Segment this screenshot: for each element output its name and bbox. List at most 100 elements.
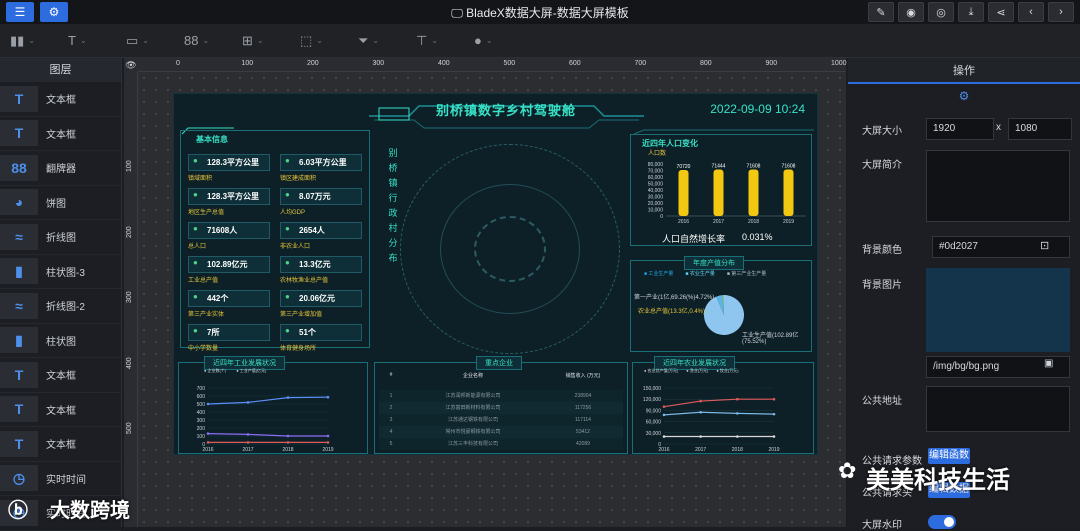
industry-series-legend-item: ● 企业数(个) [204,368,227,373]
image-icon[interactable]: ▭ ⌄ [126,33,174,49]
select-icon[interactable]: ⬚ ⌄ [300,33,348,49]
gear-icon[interactable]: ⚙ [848,84,1080,108]
stat-card: 442个第三产业实体 [188,290,270,318]
stat-card: 128.3平方公里镇域面积 [188,154,270,182]
big-screen-canvas[interactable]: 别桥镇数字乡村驾驶舱 2022-09-09 10:24 基本信息 128.3平方… [173,93,818,455]
village-distribution-title: 别桥镇行政村分布 [387,146,399,266]
layer-item[interactable]: T 文本框 [0,427,121,462]
public-url-label: 公共地址 [862,396,902,407]
pop-y-tick: 60,000 [648,175,664,181]
agri-series-legend-item: ● 渔业(万元) [686,368,709,373]
layer-item[interactable]: ▮ 柱状图-3 [0,255,121,289]
info-icon[interactable]: ● ⌄ [474,33,522,48]
bg-color-input[interactable]: #0d2027 [932,236,1070,258]
eye-icon[interactable]: ◎ [928,2,954,22]
line-point [246,433,250,436]
layer-item[interactable]: T 文本框 [0,82,121,117]
table-cell: 5 [389,441,393,447]
stat-card: 13.3亿元农林牧渔业总产值 [280,256,362,284]
intro-textarea[interactable] [926,150,1070,222]
pop-y-tick: 10,000 [648,208,664,214]
bar-chart-icon[interactable]: ▮▮ ⌄ [10,33,58,49]
bg-image-preview[interactable] [926,268,1070,352]
line-y-tick: 120,000 [643,397,661,403]
intro-label: 大屏简介 [862,160,902,171]
width-input[interactable]: 1920 [926,118,994,140]
layer-item[interactable]: ≈ 折线图 [0,220,121,255]
layer-item[interactable]: T 文本框 [0,358,121,393]
line-y-tick: 400 [197,410,206,416]
layer-label: 文本框 [46,440,76,452]
number-icon[interactable]: 88 ⌄ [184,33,232,48]
ruler-left-label: 200 [126,225,133,238]
layer-item[interactable]: 88 翻牌器 [0,151,121,186]
table-header-cell: # [389,372,393,378]
height-input[interactable]: 1080 [1008,118,1072,140]
pop-x-tick: 2016 [678,219,689,225]
line-x-tick: 2017 [242,447,253,452]
ruler-eye-icon[interactable]: 👁 [124,58,138,72]
vertical-title-char: 政 [388,208,398,218]
public-url-textarea[interactable] [926,386,1070,432]
sliders-icon[interactable]: ☰ [6,2,34,22]
ruler-top-label: 200 [307,60,319,67]
line-point [699,410,702,414]
stat-value: 6.03平方公里 [280,154,362,171]
pop-growth-value: 0.031% [742,232,773,242]
layer-item[interactable]: ≈ 折线图-2 [0,289,121,324]
table-cell: 江苏富田新材料有限公司 [445,405,501,411]
stat-card: 7所中小学数量 [188,324,270,352]
pop-y-tick: 0 [660,214,663,220]
layer-type-icon: T [0,85,38,112]
color-picker-icon[interactable]: ⊡ [1040,239,1049,252]
filter-icon[interactable]: ⏷ ⌄ [358,33,406,49]
line-y-tick: 100 [197,434,206,440]
gear-icon[interactable]: ⚙ [40,2,68,22]
chevron-left-icon[interactable]: ‹ [1018,2,1044,22]
download-icon[interactable]: ⤓ [958,2,984,22]
agri-dev-line-chart: 150,000120,00090,00060,00030,00002016 201… [643,386,780,452]
stat-value: 128.3平方公里 [188,154,270,171]
pop-bar-label: 71608 [747,163,761,169]
ruler-left-label: 500 [126,422,133,434]
line-series [663,398,774,408]
app-title-text: BladeX数据大屏-数据大屏模板 [466,6,629,20]
share-icon[interactable]: ⋖ [988,2,1014,22]
camera-icon[interactable]: ◉ [898,2,924,22]
pop-bar [783,169,794,216]
pop-x-tick: 2018 [748,219,759,225]
layer-label: 文本框 [46,95,76,107]
stat-value: 7所 [188,324,270,341]
text-icon[interactable]: T ⌄ [68,33,116,48]
layer-item[interactable]: ◷ 实时时间 [0,462,121,496]
industry-legend-item: ■ 工业生产量 [644,271,674,277]
layer-item[interactable]: T 文本框 [0,393,121,427]
line-x-tick: 2017 [695,447,706,452]
table-header-row: # 企业名称 销售收入 (万元) [379,372,623,386]
chevron-right-icon[interactable]: › [1048,2,1074,22]
line-point [662,413,666,417]
layer-item[interactable]: T 文本框 [0,117,121,151]
stat-label: 体育健身场所 [280,346,317,352]
agri-dev-legend: ● 农业总产值(万元) ● 渔业(万元) ● 牧业(万元) [644,368,739,374]
note-icon[interactable]: ✎ [868,2,894,22]
ruler-top-label: 900 [765,60,778,67]
industry-legend-item: ■ 农业生产量 [685,271,715,277]
pop-bar [678,170,689,216]
stat-value: 128.3平方公里 [188,188,270,205]
image-picker-icon[interactable]: ▣ [1044,358,1053,369]
brush-icon[interactable]: ⊤ ⌄ [416,33,464,49]
line-point [206,402,210,406]
line-y-tick: 600 [197,394,206,400]
population-bar-chart: 80,00070,00060,00050,00040,00030,00020,0… [648,162,806,225]
industry-dev-legend: ● 企业数(个) ● 工业产值(亿元) [204,368,266,374]
table-icon[interactable]: ⊞ ⌄ [242,33,290,49]
layer-item[interactable]: ◕ 饼图 [0,186,121,220]
layer-item[interactable]: ▮ 柱状图 [0,324,121,358]
layer-type-icon: ≈ [0,223,38,250]
stat-card: 8.07万元人均GDP [280,188,362,216]
pop-bar-label: 70720 [677,164,691,170]
layer-label: 折线图 [46,233,76,245]
pop-bar-label: 71608 [782,163,796,169]
line-x-tick: 2019 [322,447,333,452]
